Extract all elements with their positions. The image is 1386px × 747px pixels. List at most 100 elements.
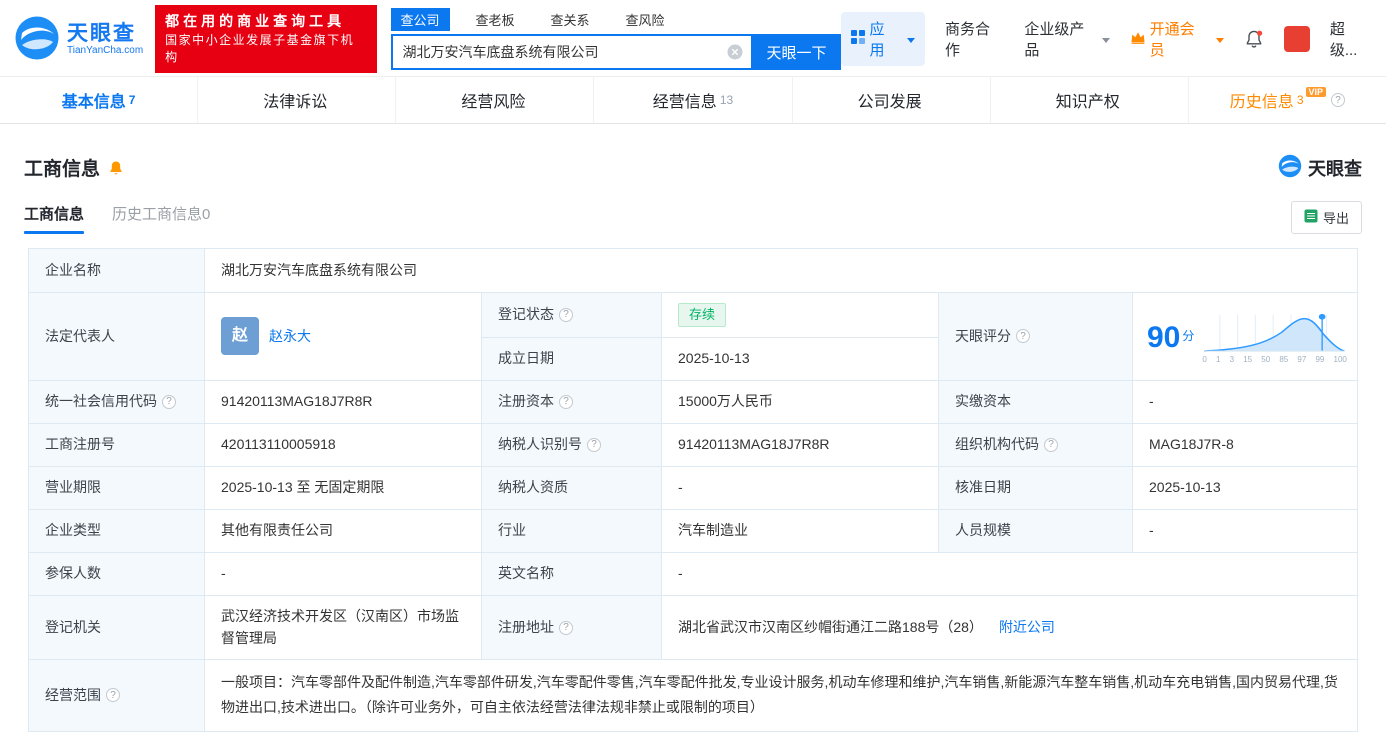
org-code-label: 组织机构代码: [955, 435, 1039, 452]
logo-icon: [14, 15, 60, 64]
status-badge: 存续: [678, 303, 727, 328]
tab-label: 公司发展: [857, 94, 922, 111]
subtab-label: 工商信息: [24, 206, 85, 223]
field-label: 统一社会信用代码 ?: [29, 380, 205, 423]
paid-capital-value: -: [1149, 392, 1154, 409]
question-icon[interactable]: ?: [1331, 93, 1346, 107]
tab-legal-proceedings[interactable]: 法律诉讼: [198, 77, 397, 123]
apps-menu[interactable]: 应用: [840, 12, 925, 66]
tianyancha-logo[interactable]: 天眼查 TianYanCha.com: [14, 15, 143, 64]
tab-count: 13: [719, 93, 734, 107]
table-row: 企业名称 湖北万安汽车底盘系统有限公司: [29, 249, 1357, 293]
tab-intellectual-property[interactable]: 知识产权: [991, 77, 1189, 123]
enterprise-product-label: 企业级产品: [1024, 21, 1085, 59]
search-tab-risk[interactable]: 查风险: [616, 8, 675, 31]
question-icon[interactable]: ?: [559, 620, 573, 635]
business-scope-label: 经营范围: [45, 686, 101, 703]
enterprise-product-menu[interactable]: 企业级产品: [1024, 18, 1110, 60]
field-label: 英文名称: [482, 552, 662, 595]
score-unit: 分: [1182, 329, 1195, 344]
subtab-history-business-info[interactable]: 历史工商信息0: [112, 203, 210, 234]
chevron-down-icon: [1101, 37, 1110, 43]
search-tab-boss[interactable]: 查老板: [466, 8, 525, 31]
search-tab-company[interactable]: 查公司: [390, 8, 450, 31]
taxpayer-id-label: 纳税人识别号: [498, 435, 582, 452]
reg-address-cell: 湖北省武汉市汉南区纱帽街通江二路188号（28） 附近公司: [662, 596, 1357, 659]
search-box: [390, 34, 753, 70]
chevron-down-icon: [906, 37, 915, 43]
app-grid-icon: [850, 30, 865, 48]
question-icon[interactable]: ?: [106, 688, 120, 703]
company-section-tabs: 基本信息 7 法律诉讼 经营风险 经营信息 13 公司发展 知识产权 历史信息 3 V…: [0, 76, 1386, 124]
export-label: 导出: [1322, 211, 1349, 226]
tab-label: 基本信息: [61, 94, 126, 111]
search-input[interactable]: [402, 44, 727, 60]
question-icon[interactable]: ?: [587, 437, 601, 452]
clear-search-icon[interactable]: [727, 44, 743, 60]
field-label: 天眼评分 ?: [939, 293, 1133, 380]
field-label: 登记状态 ?: [482, 293, 662, 338]
vip-badge: VIP: [1305, 87, 1327, 97]
page-title: 工商信息: [24, 159, 101, 180]
tab-label: 法律诉讼: [263, 94, 328, 111]
table-row: 登记机关 武汉经济技术开发区（汉南区）市场监督管理局 注册地址 ? 湖北省武汉市…: [29, 595, 1357, 661]
slogan-line2: 国家中小企业发展子基金旗下机构: [165, 32, 355, 65]
field-label: 法定代表人: [29, 293, 205, 380]
crown-icon: [1130, 31, 1146, 48]
subtab-business-info[interactable]: 工商信息: [24, 203, 85, 234]
legal-rep-link[interactable]: 赵永大: [269, 326, 311, 348]
export-button[interactable]: 导出: [1290, 201, 1362, 234]
username[interactable]: 超级...: [1330, 18, 1372, 60]
question-icon[interactable]: ?: [1044, 437, 1058, 452]
org-code-value: MAG18J7R-8: [1149, 435, 1234, 452]
field-label: 成立日期: [482, 338, 662, 380]
business-scope-value: 一般项目：汽车零部件及配件制造,汽车零部件研发,汽车零配件零售,汽车零配件批发,…: [221, 674, 1338, 716]
field-label: 登记机关: [29, 595, 205, 660]
export-icon: [1304, 209, 1318, 226]
slogan-line1: 都在用的商业查询工具: [165, 13, 346, 30]
open-vip-menu[interactable]: 开通会员: [1130, 18, 1224, 60]
notifications-bell-icon[interactable]: [1244, 29, 1264, 49]
search-tabs: 查公司 查老板 查关系 查风险: [390, 8, 841, 31]
question-icon[interactable]: ?: [559, 308, 573, 323]
field-label: 行业: [482, 509, 662, 552]
search-button[interactable]: 天眼一下: [752, 34, 841, 70]
question-icon[interactable]: ?: [162, 394, 176, 409]
watermark-text: 天眼查: [1308, 158, 1362, 179]
tab-history-info[interactable]: 历史信息 3 VIP ?: [1189, 77, 1386, 123]
field-label: 组织机构代码 ?: [939, 423, 1133, 466]
reg-capital-value: 15000万人民币: [662, 380, 939, 423]
taxpayer-quality-value: -: [662, 466, 939, 509]
company-type-value: 其他有限责任公司: [205, 509, 482, 552]
table-row: 营业期限 2025-10-13 至 无固定期限 纳税人资质 - 核准日期 202…: [29, 466, 1357, 510]
question-icon[interactable]: ?: [1016, 329, 1030, 344]
tab-basic-info[interactable]: 基本信息 7: [0, 77, 199, 123]
logo-text: 天眼查: [67, 21, 136, 45]
field-label: 参保人数: [29, 552, 205, 595]
field-label: 注册资本 ?: [482, 380, 662, 423]
top-header: 天眼查 TianYanCha.com 都在用的商业查询工具 国家中小企业发展子基…: [0, 0, 1386, 76]
search-tab-relation[interactable]: 查关系: [541, 8, 600, 31]
score-cell: 90 分 0 1 3 15 50 85 97 99 100: [1133, 293, 1357, 380]
user-avatar[interactable]: [1283, 26, 1310, 52]
business-cooperation-link[interactable]: 商务合作: [945, 18, 1004, 60]
question-icon[interactable]: ?: [559, 394, 573, 409]
field-label: 营业期限: [29, 466, 205, 509]
nearby-companies-link[interactable]: 附近公司: [999, 617, 1055, 639]
apps-menu-label: 应用: [869, 21, 885, 59]
watermark-logo-icon: [1278, 154, 1302, 181]
legal-rep-avatar[interactable]: 赵: [221, 317, 259, 356]
establish-date-value: 2025-10-13: [662, 338, 939, 380]
field-label: 企业名称: [29, 249, 205, 292]
tab-operating-info[interactable]: 经营信息 13: [594, 77, 793, 123]
subscribe-bell-icon[interactable]: [108, 160, 124, 176]
tab-operating-risk[interactable]: 经营风险: [396, 77, 595, 123]
table-row: 企业类型 其他有限责任公司 行业 汽车制造业 人员规模 -: [29, 509, 1357, 553]
field-label: 纳税人资质: [482, 466, 662, 509]
reg-status-label: 登记状态: [498, 306, 554, 323]
approval-date-value: 2025-10-13: [1149, 478, 1221, 495]
tab-company-development[interactable]: 公司发展: [793, 77, 991, 123]
reg-address-value: 湖北省武汉市汉南区纱帽街通江二路188号（28）: [678, 618, 983, 635]
reg-authority-value: 武汉经济技术开发区（汉南区）市场监督管理局: [205, 595, 482, 660]
field-label: 实缴资本: [939, 380, 1133, 423]
